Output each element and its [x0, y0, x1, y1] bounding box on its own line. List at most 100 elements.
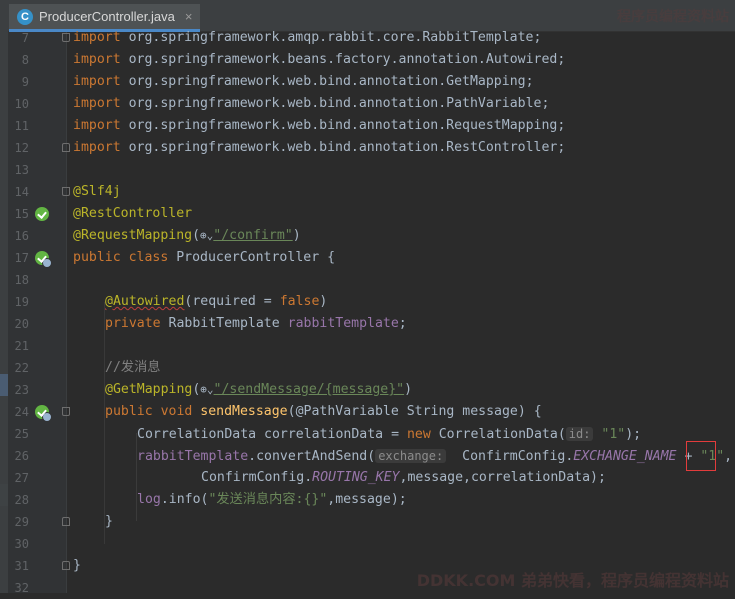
punctuation: ;	[557, 52, 566, 67]
code-text: log.info("发送消息内容:{}",message);	[137, 489, 407, 511]
code-line[interactable]: 25 CorrelationData correlationData = new …	[8, 423, 735, 445]
annotation: @RestController	[73, 206, 193, 221]
line-number: 7	[21, 31, 29, 45]
fold-marker-icon[interactable]	[62, 561, 70, 570]
keyword: new	[406, 427, 431, 442]
code-line[interactable]: 17 public class ProducerController {	[8, 247, 735, 269]
code-text: public class ProducerController {	[73, 247, 335, 269]
line-number: 26	[14, 449, 29, 463]
code-line[interactable]: 19 @Autowired(required = false)	[8, 291, 735, 313]
code-line[interactable]: 16 @RequestMapping(⊕⌄"/confirm")	[8, 225, 735, 247]
spring-bean-icon[interactable]	[35, 405, 52, 422]
spring-bean-icon[interactable]	[35, 251, 52, 268]
close-icon[interactable]: ×	[185, 9, 193, 24]
code-token: RabbitTemplate	[160, 316, 288, 331]
url-globe-icon[interactable]: ⊕⌄	[200, 229, 213, 242]
code-text: }	[73, 555, 81, 577]
fold-marker-icon[interactable]	[62, 143, 70, 152]
class-name: Autowired	[485, 52, 558, 67]
code-token: }	[105, 514, 113, 529]
code-text: rabbitTemplate.convertAndSend(exchange: …	[137, 445, 732, 468]
line-number: 32	[14, 581, 29, 595]
code-line[interactable]: 26 rabbitTemplate.convertAndSend(exchange…	[8, 445, 735, 467]
fold-marker-icon[interactable]	[62, 407, 70, 416]
punctuation: ;	[533, 30, 542, 45]
code-line[interactable]: 23 @GetMapping(⊕⌄"/sendMessage/{message}"…	[8, 379, 735, 401]
keyword: private	[105, 316, 161, 331]
code-text: public void sendMessage(@PathVariable St…	[105, 401, 542, 423]
watermark-top: 程序员编程资料站	[617, 9, 729, 25]
code-line[interactable]: 24 public void sendMessage(@PathVariable …	[8, 401, 735, 423]
line-number: 28	[14, 493, 29, 507]
code-line[interactable]: 10 import org.springframework.web.bind.an…	[8, 93, 735, 115]
code-token: .info(	[160, 492, 209, 507]
code-line[interactable]: 27 ConfirmConfig.ROUTING_KEY,message,corr…	[8, 467, 735, 489]
code-line[interactable]: 29}	[8, 511, 735, 533]
code-token: org.springframework.web.bind.annotation.	[120, 74, 447, 89]
fold-marker-icon[interactable]	[62, 187, 70, 196]
string-literal: "发送消息内容:{}"	[208, 492, 328, 507]
keyword: import	[73, 140, 121, 155]
punctuation: );	[625, 427, 642, 442]
tool-window-marker[interactable]	[0, 374, 8, 396]
code-token: ConfirmConfig.	[454, 449, 574, 464]
code-line[interactable]: 28 log.info("发送消息内容:{}",message);	[8, 489, 735, 511]
code-token: ,message,correlationData);	[399, 470, 606, 485]
spring-bean-icon[interactable]	[35, 207, 49, 221]
line-number: 16	[14, 229, 29, 243]
parameter-hint: exchange:	[375, 449, 447, 463]
line-number: 24	[14, 405, 29, 419]
punctuation: ;	[557, 118, 566, 133]
watermark: DDKK.COM 弟弟快看，程序员编程资料站	[416, 571, 729, 590]
code-line[interactable]: 22 //发消息	[8, 357, 735, 379]
code-line[interactable]: 30	[8, 533, 735, 555]
code-token: ProducerController {	[168, 250, 336, 265]
tool-window-strip	[0, 0, 8, 593]
paren-close: )	[319, 294, 328, 309]
code-line[interactable]: 14 @Slf4j	[8, 181, 735, 203]
code-text: import org.springframework.amqp.rabbit.c…	[73, 27, 541, 49]
code-line[interactable]: 15 @RestController	[8, 203, 735, 225]
code-token: org.springframework.web.bind.annotation.	[120, 140, 447, 155]
line-number: 25	[14, 427, 29, 441]
code-line[interactable]: 13	[8, 159, 735, 181]
keyword: import	[73, 30, 121, 45]
code-line[interactable]: 9 import org.springframework.web.bind.ann…	[8, 71, 735, 93]
code-text: @RestController	[73, 203, 192, 225]
code-text: private RabbitTemplate rabbitTemplate;	[105, 313, 407, 335]
code-line[interactable]: 20 private RabbitTemplate rabbitTemplate;	[8, 313, 735, 335]
code-token: }	[73, 558, 81, 573]
code-text: import org.springframework.web.bind.anno…	[73, 137, 565, 159]
code-line[interactable]: 18	[8, 269, 735, 291]
line-number: 17	[14, 251, 29, 265]
fold-marker-icon[interactable]	[62, 517, 70, 526]
keyword: import	[73, 74, 121, 89]
code-line[interactable]: 8 import org.springframework.beans.factor…	[8, 49, 735, 71]
keyword: import	[73, 52, 121, 67]
code-line[interactable]: 12 import org.springframework.web.bind.an…	[8, 137, 735, 159]
class-name: GetMapping	[446, 74, 526, 89]
class-name: RabbitTemplate	[422, 30, 534, 45]
code-token: org.springframework.web.bind.annotation.	[120, 118, 447, 133]
code-token: org.springframework.amqp.rabbit.core.	[120, 30, 423, 45]
java-class-icon: C	[17, 8, 33, 25]
url-globe-icon[interactable]: ⊕⌄	[200, 383, 213, 396]
code-line[interactable]: 7 import org.springframework.amqp.rabbit.…	[8, 27, 735, 49]
annotation: @Slf4j	[73, 184, 121, 199]
line-number: 9	[21, 75, 29, 89]
code-line[interactable]: 21	[8, 335, 735, 357]
code-text: import org.springframework.web.bind.anno…	[73, 71, 534, 93]
line-number: 12	[14, 141, 29, 155]
string-literal: "/sendMessage/{message}"	[213, 382, 405, 397]
string-literal: "1"	[601, 427, 626, 442]
class-name: RequestMapping	[446, 118, 558, 133]
tool-window-marker-2[interactable]	[0, 484, 8, 506]
code-token: .convertAndSend(	[248, 449, 376, 464]
fold-marker-icon[interactable]	[62, 33, 70, 42]
code-text: @Slf4j	[73, 181, 121, 203]
code-text: import org.springframework.beans.factory…	[73, 49, 565, 71]
code-line[interactable]: 11 import org.springframework.web.bind.an…	[8, 115, 735, 137]
code-text: import org.springframework.web.bind.anno…	[73, 115, 565, 137]
static-field: EXCHANGE_NAME	[573, 449, 677, 464]
code-text: CorrelationData correlationData = new Co…	[137, 423, 641, 446]
